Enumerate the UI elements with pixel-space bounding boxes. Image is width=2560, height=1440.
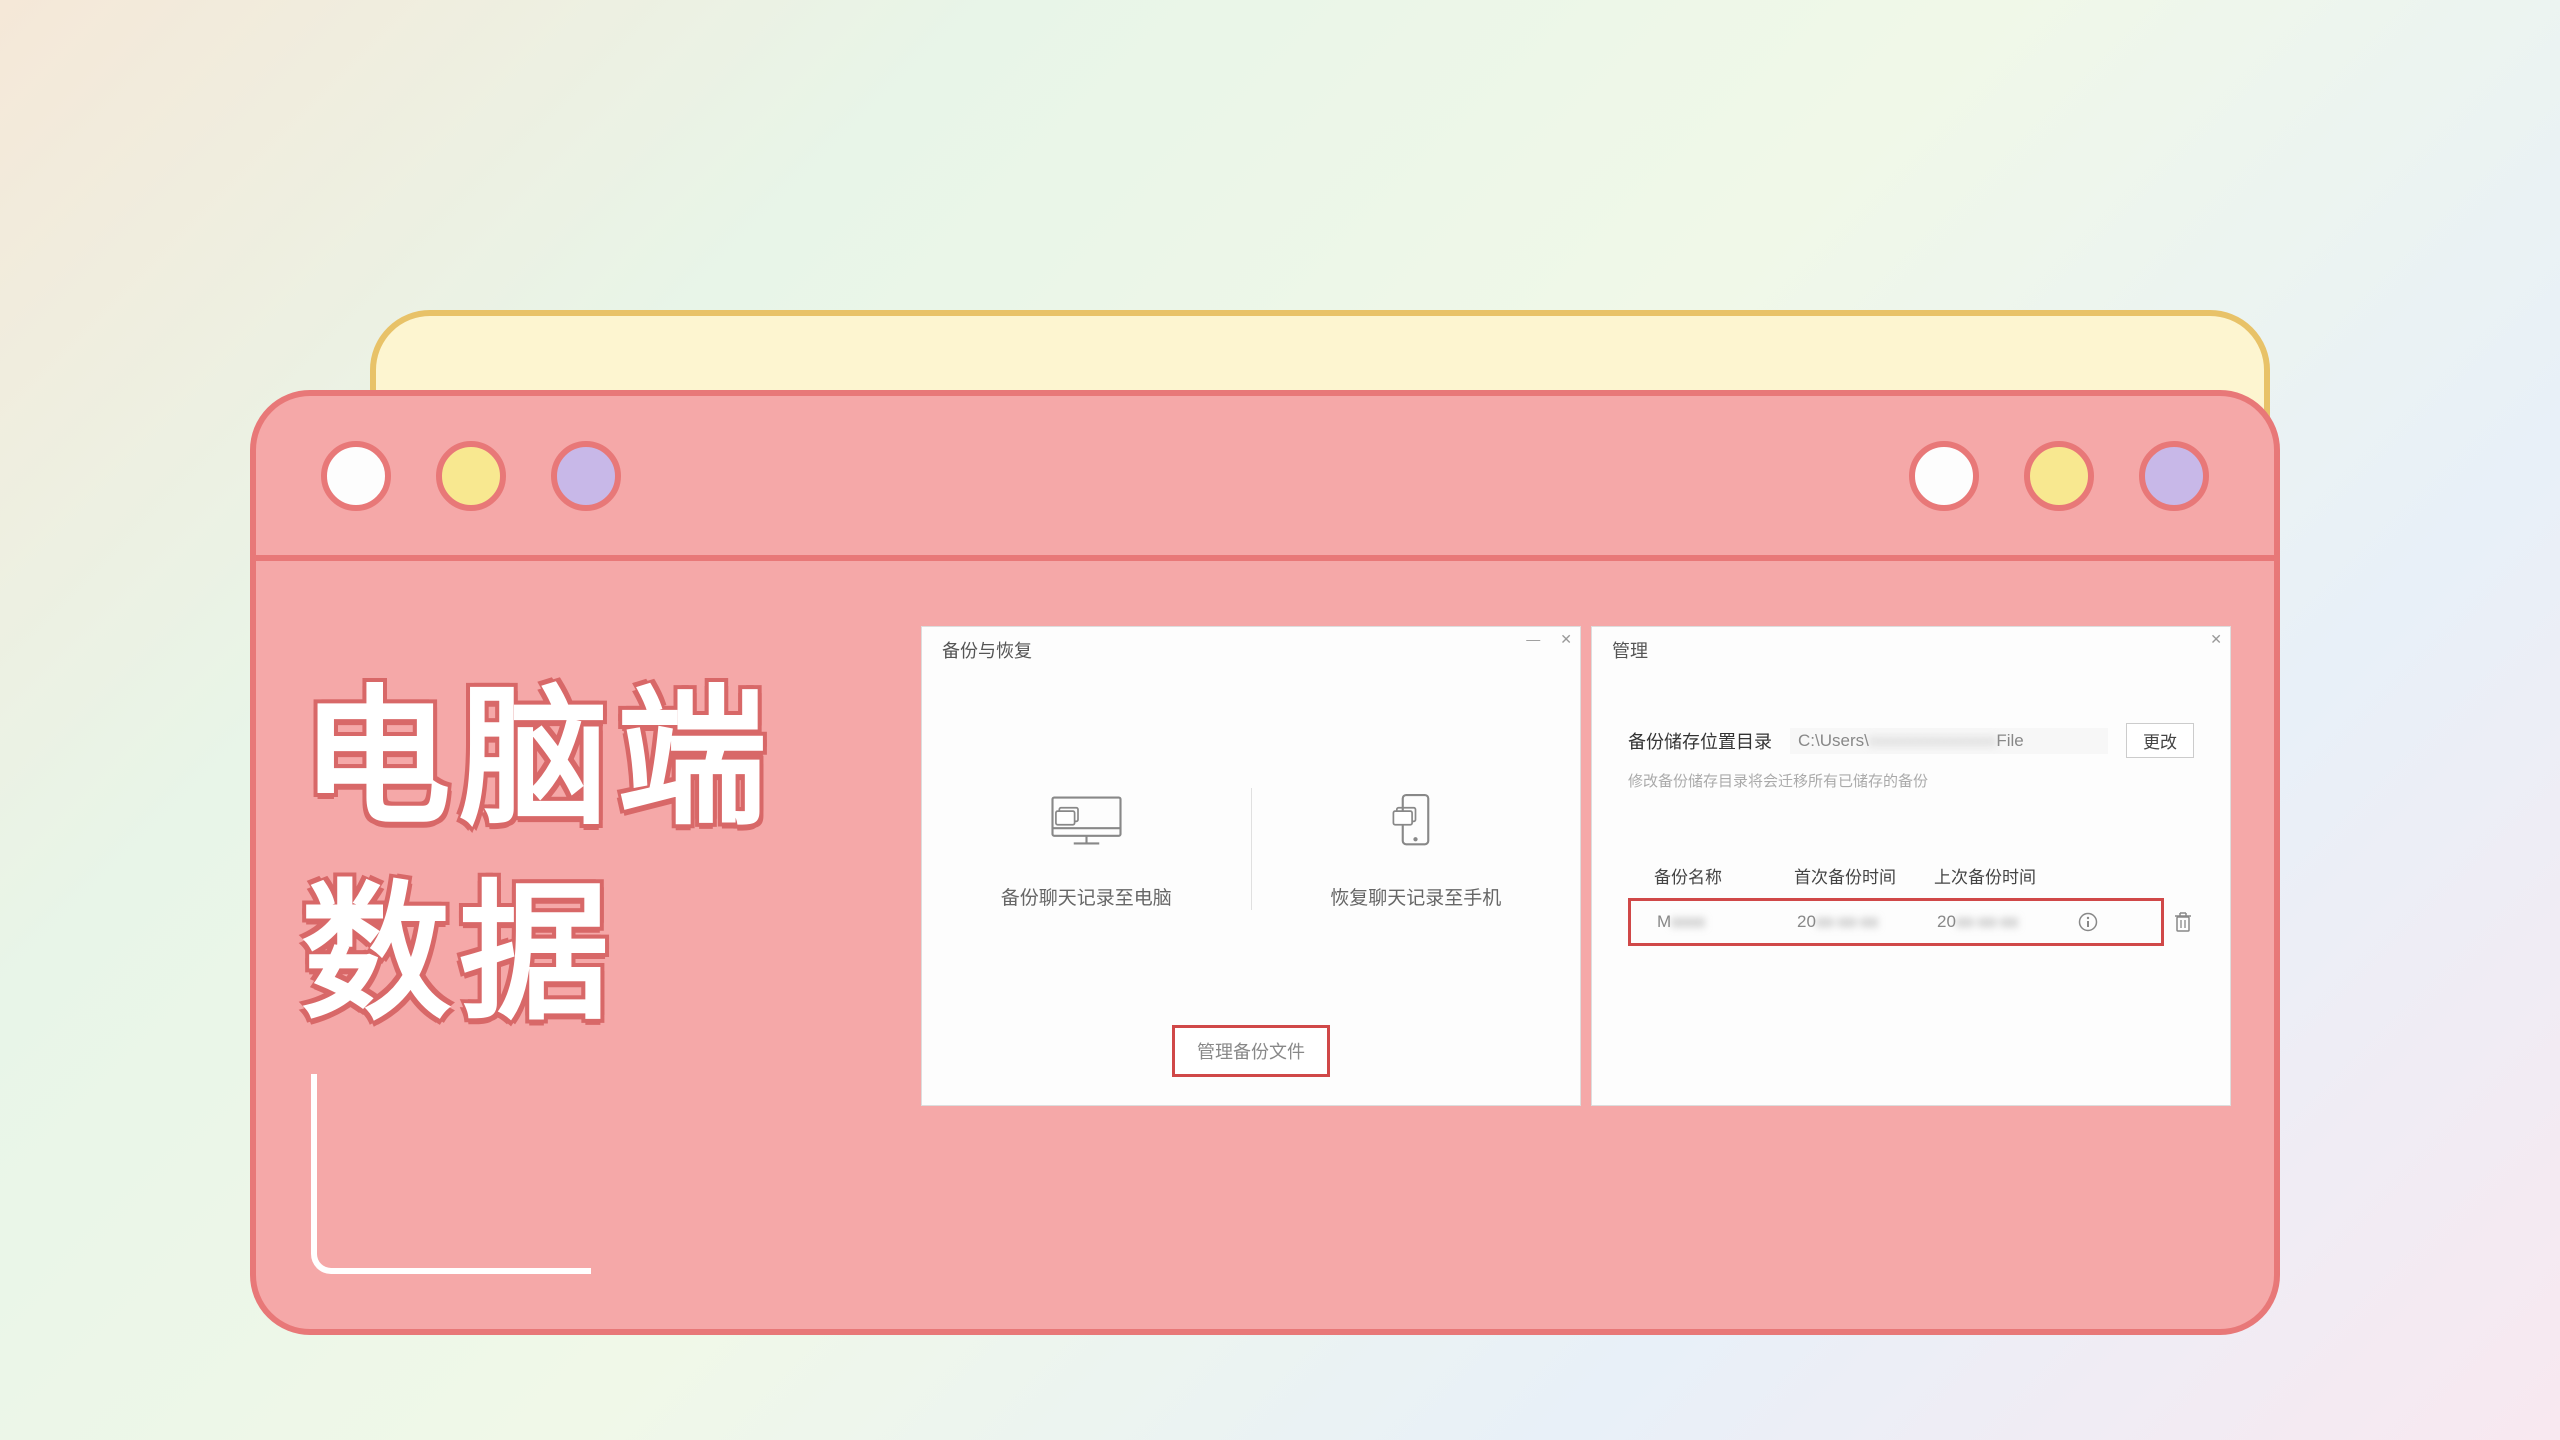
manage-button-wrap: 管理备份文件 [922,1025,1580,1105]
backup-row[interactable]: Mxxxx 20xx-xx-xx 20xx-xx-xx [1628,898,2164,946]
restore-to-phone-label: 恢复聊天记录至手机 [1330,883,1501,910]
phone-icon [1373,788,1458,853]
cell-last-time: 20xx-xx-xx [1937,912,2077,932]
storage-hint: 修改备份储存目录将会迁移所有已储存的备份 [1628,770,2194,791]
manage-backup-files-button[interactable]: 管理备份文件 [1172,1025,1330,1077]
backup-options: 备份聊天记录至电脑 恢复聊天记录至手机 [922,673,1580,1025]
storage-path: C:\Users\xxxxxxxxxxxxxxxFile [1790,728,2108,754]
restore-to-phone-option[interactable]: 恢复聊天记录至手机 [1251,788,1581,910]
panel-title: 管理 ✕ [1592,627,2230,673]
col-last-time: 上次备份时间 [1934,863,2074,888]
delete-icon[interactable] [2172,911,2194,933]
dot-icon [2024,441,2094,511]
backup-table: 备份名称 首次备份时间 上次备份时间 Mxxxx 20xx-xx-xx 20xx… [1628,863,2194,946]
table-header: 备份名称 首次备份时间 上次备份时间 [1628,863,2194,898]
dot-icon [1909,441,1979,511]
dot-icon [436,441,506,511]
cell-name: Mxxxx [1657,912,1797,932]
app-panels: 备份与恢复 — ✕ 备份聊天记录至电脑 [921,626,2231,1106]
minimize-icon[interactable]: — [1526,631,1540,648]
dot-icon [551,441,621,511]
close-icon[interactable]: ✕ [1560,631,1572,648]
dot-icon [321,441,391,511]
window-controls: — ✕ [1526,631,1572,648]
backup-restore-panel: 备份与恢复 — ✕ 备份聊天记录至电脑 [921,626,1581,1106]
storage-section: 备份储存位置目录 C:\Users\xxxxxxxxxxxxxxxFile 更改… [1592,673,2230,813]
col-name: 备份名称 [1654,863,1794,888]
monitor-icon [1044,788,1129,853]
close-icon[interactable]: ✕ [2210,631,2222,648]
storage-label: 备份储存位置目录 [1628,728,1772,754]
col-first-time: 首次备份时间 [1794,863,1934,888]
dot-icon [2139,441,2209,511]
manage-panel: 管理 ✕ 备份储存位置目录 C:\Users\xxxxxxxxxxxxxxxFi… [1591,626,2231,1106]
titlebar [256,396,2274,561]
panel-title: 备份与恢复 — ✕ [922,627,1580,673]
cell-first-time: 20xx-xx-xx [1797,912,1937,932]
table-row-container: Mxxxx 20xx-xx-xx 20xx-xx-xx [1628,898,2194,946]
backup-to-pc-label: 备份聊天记录至电脑 [1001,883,1172,910]
main-window-pink: 电脑端 数据 备份与恢复 — ✕ [250,390,2280,1335]
title-line-1: 电脑端 [301,661,775,856]
title-line-2: 数据 [301,856,775,1051]
storage-row: 备份储存位置目录 C:\Users\xxxxxxxxxxxxxxxFile 更改 [1628,723,2194,758]
info-icon[interactable] [2077,911,2099,933]
decorative-corner [311,1074,591,1274]
backup-to-pc-option[interactable]: 备份聊天记录至电脑 [922,788,1251,910]
window-dots-left [321,441,621,511]
window-dots-right [1909,441,2209,511]
window-controls: ✕ [2210,631,2222,648]
change-path-button[interactable]: 更改 [2126,723,2194,758]
overlay-title: 电脑端 数据 [301,661,775,1051]
